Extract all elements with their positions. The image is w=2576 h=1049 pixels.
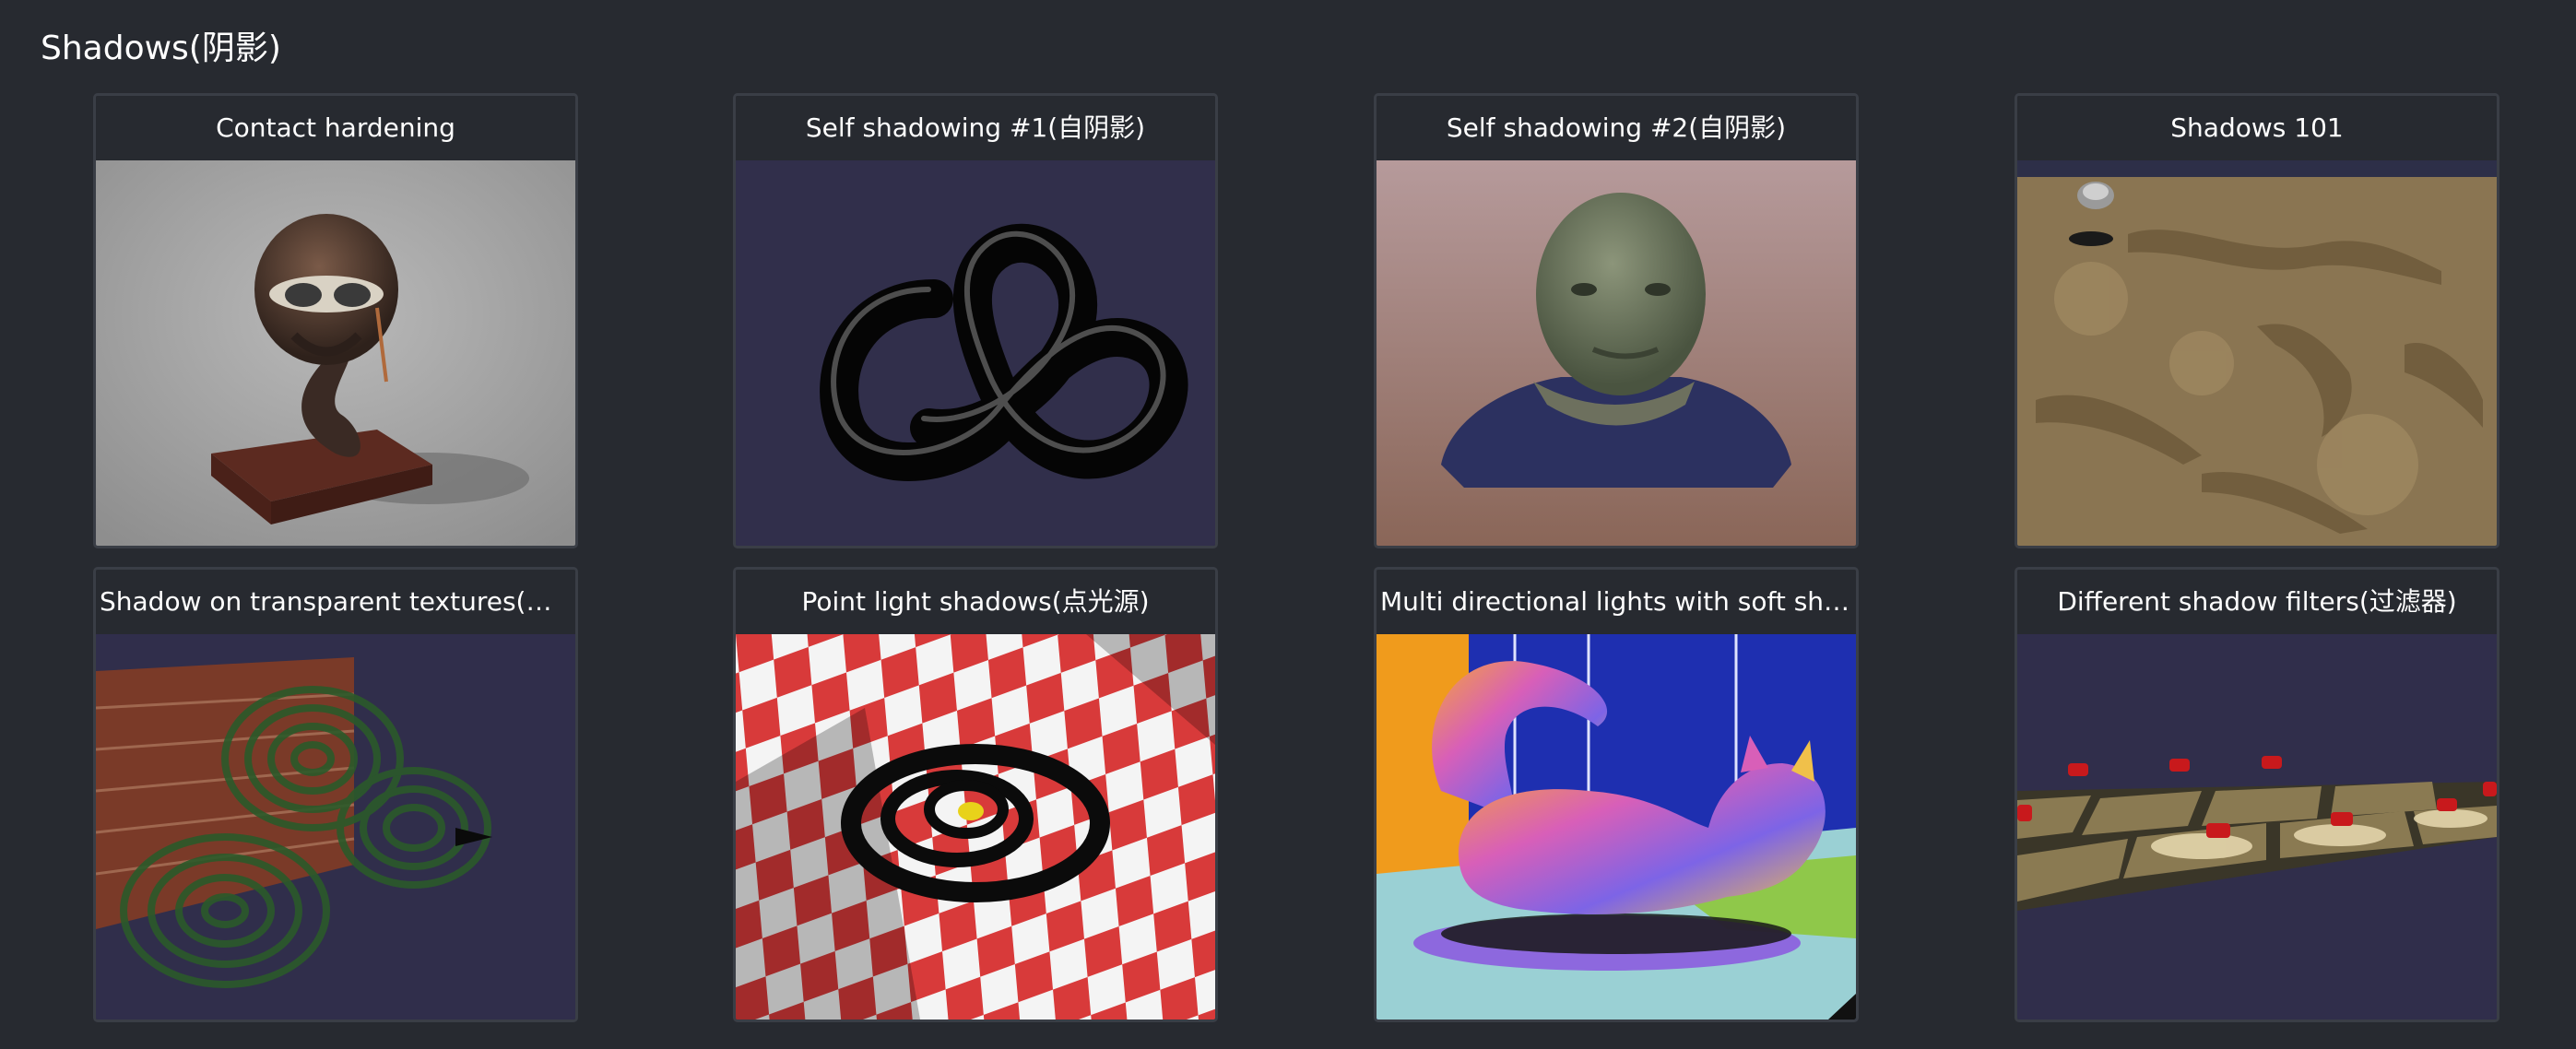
card-title: Contact hardening <box>96 96 575 160</box>
example-card-shadow-transparent-textures[interactable]: Shadow on transparent textures(透明… <box>93 567 578 1022</box>
card-title: Self shadowing #2(自阴影) <box>1377 96 1856 160</box>
terrain-thumbnail <box>2017 160 2497 546</box>
shadows-gallery-page: Shadows(阴影) Contact hardening Self shado… <box>0 0 2576 1049</box>
example-card-contact-hardening[interactable]: Contact hardening <box>93 93 578 548</box>
section-title: Shadows(阴影) <box>41 29 281 67</box>
card-title: Different shadow filters(过滤器) <box>2017 570 2497 634</box>
example-card-self-shadowing-1[interactable]: Self shadowing #1(自阴影) <box>733 93 1218 548</box>
torus-knot-thumbnail <box>736 160 1215 546</box>
shadow-filters-thumbnail <box>2017 634 2497 1020</box>
cheshire-cat-thumbnail <box>1377 634 1856 1020</box>
card-title: Self shadowing #1(自阴影) <box>736 96 1215 160</box>
example-card-self-shadowing-2[interactable]: Self shadowing #2(自阴影) <box>1374 93 1859 548</box>
card-title: Shadow on transparent textures(透明… <box>96 570 575 634</box>
example-card-multi-directional-lights[interactable]: Multi directional lights with soft shado… <box>1374 567 1859 1022</box>
card-title: Point light shadows(点光源) <box>736 570 1215 634</box>
example-card-point-light-shadows[interactable]: Point light shadows(点光源) <box>733 567 1218 1022</box>
example-card-shadows-101[interactable]: Shadows 101 <box>2015 93 2499 548</box>
alien-bust-thumbnail <box>1377 160 1856 546</box>
helmet-bust-thumbnail <box>96 160 575 546</box>
example-card-shadow-filters[interactable]: Different shadow filters(过滤器) <box>2015 567 2499 1022</box>
card-title: Shadows 101 <box>2017 96 2497 160</box>
spirals-brick-wall-thumbnail <box>96 634 575 1020</box>
card-title: Multi directional lights with soft shado… <box>1377 570 1856 634</box>
checkerboard-rings-thumbnail <box>736 634 1215 1020</box>
